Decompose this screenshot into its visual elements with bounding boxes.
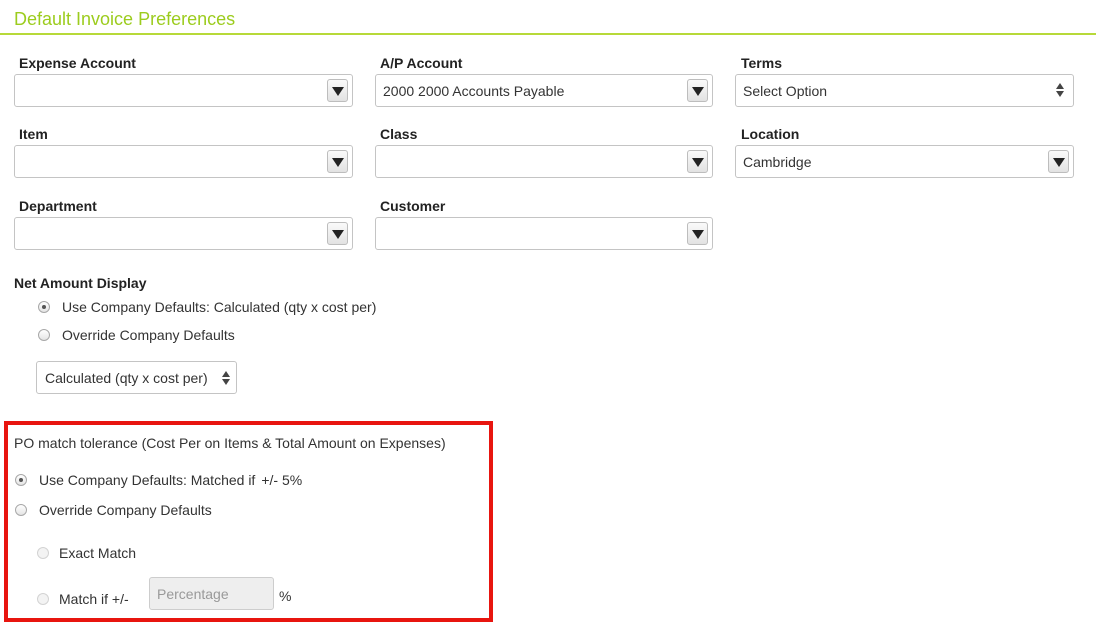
radio-button[interactable]: [38, 329, 50, 341]
class-label: Class: [380, 126, 418, 142]
net-amount-default-label: Use Company Defaults: Calculated (qty x …: [62, 299, 377, 315]
chevron-down-icon[interactable]: [327, 79, 348, 102]
radio-button[interactable]: [38, 301, 50, 313]
item-select[interactable]: [14, 145, 353, 178]
location-select[interactable]: Cambridge: [735, 145, 1074, 178]
po-tolerance-default-value: +/- 5%: [261, 472, 303, 488]
item-label: Item: [19, 126, 48, 142]
chevron-down-icon[interactable]: [1048, 150, 1069, 173]
percentage-input[interactable]: [149, 577, 274, 610]
chevron-down-icon[interactable]: [327, 222, 348, 245]
po-tolerance-label: PO match tolerance (Cost Per on Items & …: [14, 435, 446, 451]
match-if-option[interactable]: Match if +/-: [37, 591, 129, 607]
exact-match-option[interactable]: Exact Match: [37, 545, 136, 561]
net-amount-override-select[interactable]: Calculated (qty x cost per): [36, 361, 237, 394]
match-if-label: Match if +/-: [59, 591, 129, 607]
customer-select[interactable]: [375, 217, 713, 250]
net-amount-override-option[interactable]: Override Company Defaults: [38, 327, 235, 343]
radio-button[interactable]: [15, 474, 27, 486]
terms-select[interactable]: Select Option: [735, 74, 1074, 107]
net-amount-label: Net Amount Display: [14, 275, 147, 291]
sort-arrows-icon: [221, 370, 231, 387]
terms-label: Terms: [741, 55, 782, 71]
po-tolerance-default-option[interactable]: Use Company Defaults: Matched if +/- 5%: [15, 472, 302, 488]
exact-match-label: Exact Match: [59, 545, 137, 561]
section-divider: [0, 33, 1096, 35]
section-title: Default Invoice Preferences: [14, 9, 236, 29]
po-tolerance-override-label: Override Company Defaults: [39, 502, 212, 518]
chevron-down-icon[interactable]: [687, 222, 708, 245]
chevron-down-icon[interactable]: [687, 150, 708, 173]
ap-account-value: 2000 2000 Accounts Payable: [383, 83, 565, 99]
sort-arrows-icon: [1055, 82, 1065, 99]
class-select[interactable]: [375, 145, 713, 178]
expense-account-select[interactable]: [14, 74, 353, 107]
net-amount-override-label: Override Company Defaults: [62, 327, 235, 343]
radio-button[interactable]: [37, 593, 49, 605]
location-value: Cambridge: [743, 154, 812, 170]
po-tolerance-override-option[interactable]: Override Company Defaults: [15, 502, 212, 518]
net-amount-override-value: Calculated (qty x cost per): [45, 370, 208, 386]
net-amount-default-option[interactable]: Use Company Defaults: Calculated (qty x …: [38, 299, 376, 315]
customer-label: Customer: [380, 198, 446, 214]
department-label: Department: [19, 198, 97, 214]
department-select[interactable]: [14, 217, 353, 250]
po-tolerance-default-label: Use Company Defaults: Matched if: [39, 472, 256, 488]
location-label: Location: [741, 126, 800, 142]
radio-button[interactable]: [37, 547, 49, 559]
expense-account-label: Expense Account: [19, 55, 136, 71]
chevron-down-icon[interactable]: [327, 150, 348, 173]
ap-account-select[interactable]: 2000 2000 Accounts Payable: [375, 74, 713, 107]
radio-button[interactable]: [15, 504, 27, 516]
terms-value: Select Option: [743, 83, 828, 99]
percent-sign: %: [279, 588, 292, 604]
chevron-down-icon[interactable]: [687, 79, 708, 102]
ap-account-label: A/P Account: [380, 55, 463, 71]
